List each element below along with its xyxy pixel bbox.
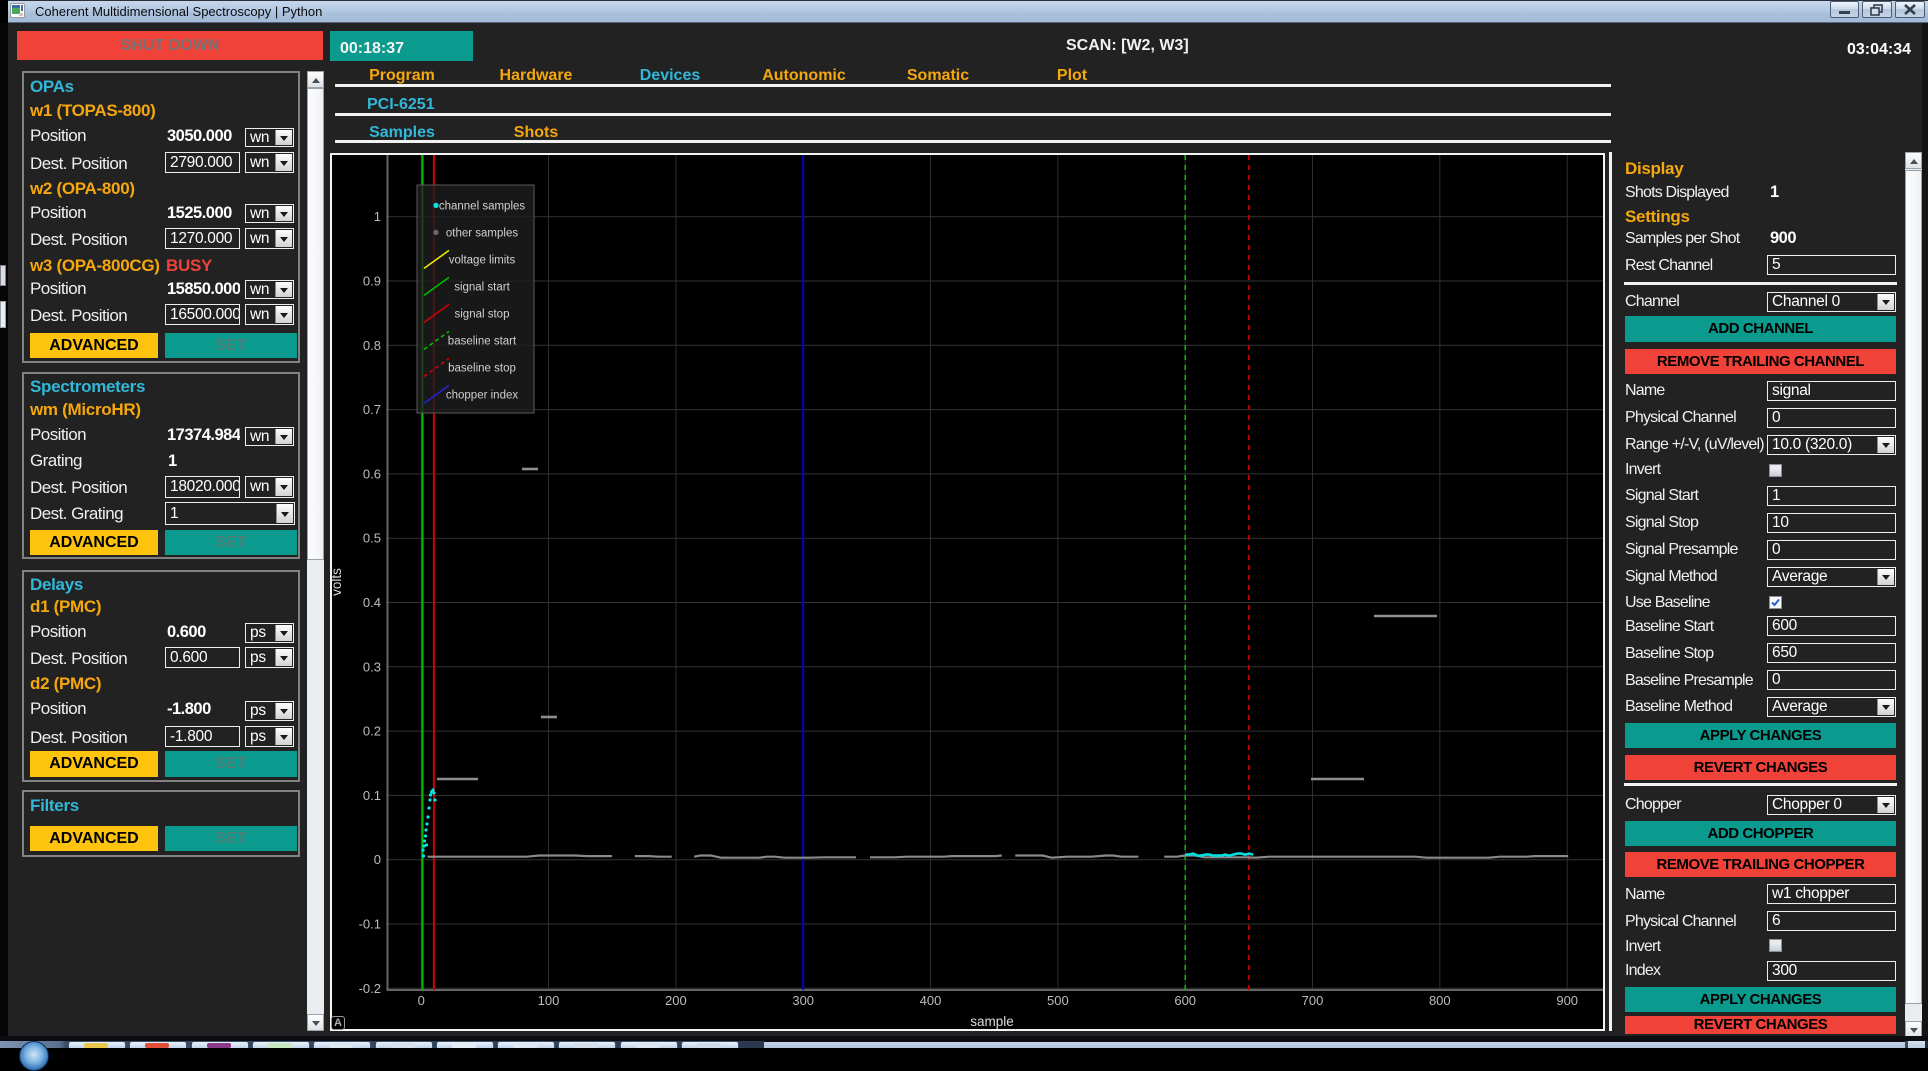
svg-text:0.9: 0.9 [363, 274, 381, 289]
svg-text:channel samples: channel samples [439, 200, 526, 212]
svg-text:0.2: 0.2 [363, 724, 381, 739]
svg-text:0: 0 [418, 993, 425, 1008]
svg-text:signal start: signal start [454, 281, 510, 293]
svg-text:other samples: other samples [446, 227, 518, 239]
svg-text:0.5: 0.5 [363, 531, 381, 546]
svg-text:sample: sample [970, 1014, 1014, 1029]
svg-text:0.3: 0.3 [363, 659, 381, 674]
svg-text:-0.2: -0.2 [359, 981, 381, 996]
svg-text:volts: volts [332, 568, 344, 596]
svg-text:baseline start: baseline start [448, 335, 517, 347]
svg-text:200: 200 [665, 993, 687, 1008]
svg-text:signal stop: signal stop [455, 308, 510, 320]
svg-text:100: 100 [538, 993, 560, 1008]
svg-text:300: 300 [792, 993, 814, 1008]
svg-text:0: 0 [374, 852, 381, 867]
svg-text:0.7: 0.7 [363, 402, 381, 417]
svg-text:700: 700 [1302, 993, 1324, 1008]
svg-text:500: 500 [1047, 993, 1069, 1008]
svg-text:chopper index: chopper index [446, 389, 518, 401]
svg-text:800: 800 [1429, 993, 1451, 1008]
svg-text:voltage limits: voltage limits [449, 254, 516, 266]
svg-text:0.6: 0.6 [363, 466, 381, 481]
svg-text:0.8: 0.8 [363, 338, 381, 353]
svg-text:400: 400 [920, 993, 942, 1008]
svg-text:900: 900 [1556, 993, 1578, 1008]
svg-text:600: 600 [1174, 993, 1196, 1008]
svg-text:0.1: 0.1 [363, 788, 381, 803]
svg-text:0.4: 0.4 [363, 595, 381, 610]
svg-text:baseline stop: baseline stop [448, 362, 516, 374]
svg-text:1: 1 [374, 209, 381, 224]
svg-text:-0.1: -0.1 [359, 917, 381, 932]
